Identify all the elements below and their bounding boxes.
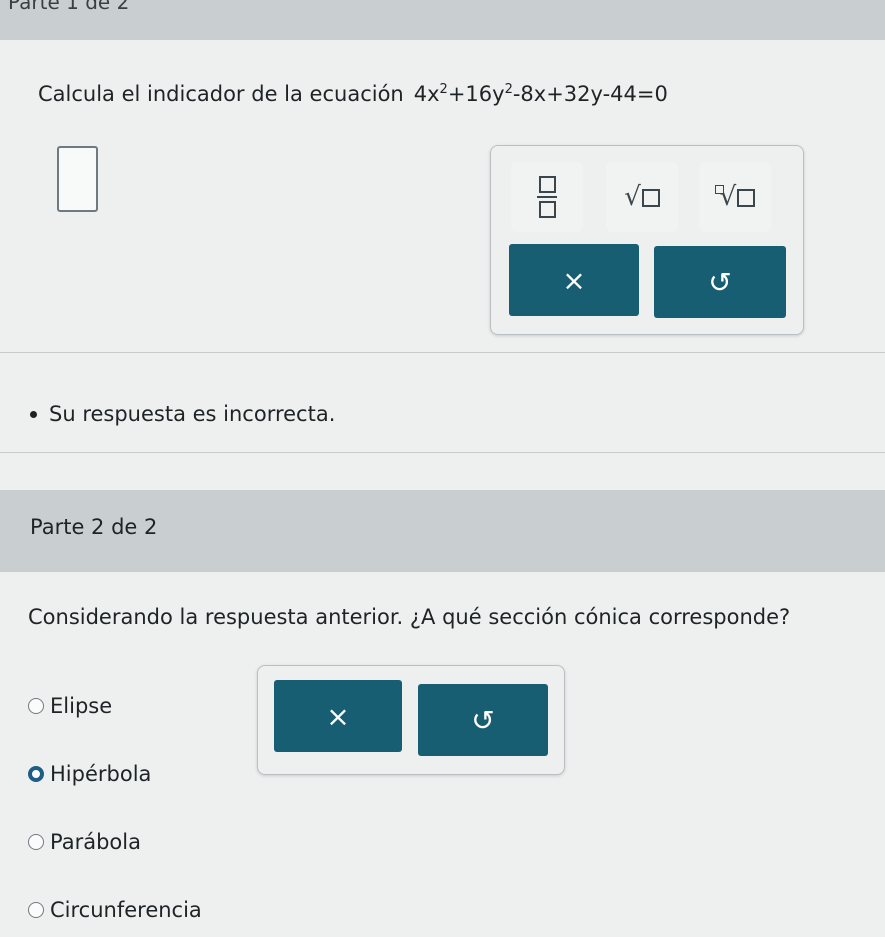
eq-term-b: +16y	[447, 82, 505, 106]
option-elipse[interactable]: Elipse	[28, 694, 112, 718]
undo-icon: ↺	[471, 703, 495, 737]
feedback-message: Su respuesta es incorrecta.	[30, 402, 335, 426]
part1-header-label: Parte 1 de 2	[8, 0, 130, 14]
option-label: Elipse	[50, 694, 113, 718]
answer-input[interactable]	[57, 146, 98, 212]
feedback-text: Su respuesta es incorrecta.	[49, 402, 336, 426]
sqrt-button[interactable]: √	[606, 162, 678, 232]
question1-text: Calcula el indicador de la ecuación 4x2+1…	[38, 82, 668, 106]
question1-prompt: Calcula el indicador de la ecuación	[38, 82, 404, 106]
part2-header-label: Parte 2 de 2	[30, 515, 158, 539]
part2-header-band: Parte 2 de 2	[0, 490, 885, 572]
fraction-icon	[537, 176, 557, 218]
radio-button[interactable]	[28, 834, 44, 850]
divider	[0, 352, 885, 353]
option-label: Parábola	[50, 830, 141, 854]
equation: 4x2+16y2-8x+32y-44=0	[414, 82, 668, 106]
eq-exp-a: 2	[439, 82, 448, 97]
undo-icon: ↺	[708, 265, 732, 299]
eq-term-a: 4x	[413, 82, 440, 106]
nth-root-button[interactable]: √	[699, 162, 771, 232]
fraction-button[interactable]	[511, 162, 583, 232]
radio-button[interactable]	[28, 902, 44, 918]
undo-button[interactable]: ↺	[418, 684, 548, 756]
answer-toolbar: × ↺	[257, 665, 565, 775]
eq-exp-b: 2	[504, 82, 513, 97]
sqrt-icon: √	[624, 184, 660, 210]
close-icon: ×	[326, 699, 350, 733]
radio-button-selected[interactable]	[28, 766, 44, 782]
nth-root-icon: √	[714, 184, 756, 210]
math-palette: √ √ × ↺	[490, 145, 804, 335]
option-circunferencia[interactable]: Circunferencia	[28, 898, 202, 922]
option-parabola[interactable]: Parábola	[28, 830, 141, 854]
option-hiperbola[interactable]: Hipérbola	[28, 762, 151, 786]
bullet-icon	[30, 410, 37, 418]
option-label: Circunferencia	[50, 898, 202, 922]
close-icon: ×	[562, 263, 586, 297]
eq-rest: -8x+32y-44=0	[512, 82, 668, 106]
option-label: Hipérbola	[50, 762, 152, 786]
divider	[0, 452, 885, 453]
radio-button[interactable]	[28, 698, 44, 714]
question2-text: Considerando la respuesta anterior. ¿A q…	[28, 605, 791, 629]
undo-button[interactable]: ↺	[654, 246, 786, 318]
top-header-band: Parte 1 de 2	[0, 0, 885, 40]
clear-button[interactable]: ×	[509, 244, 639, 316]
clear-button[interactable]: ×	[274, 680, 402, 752]
